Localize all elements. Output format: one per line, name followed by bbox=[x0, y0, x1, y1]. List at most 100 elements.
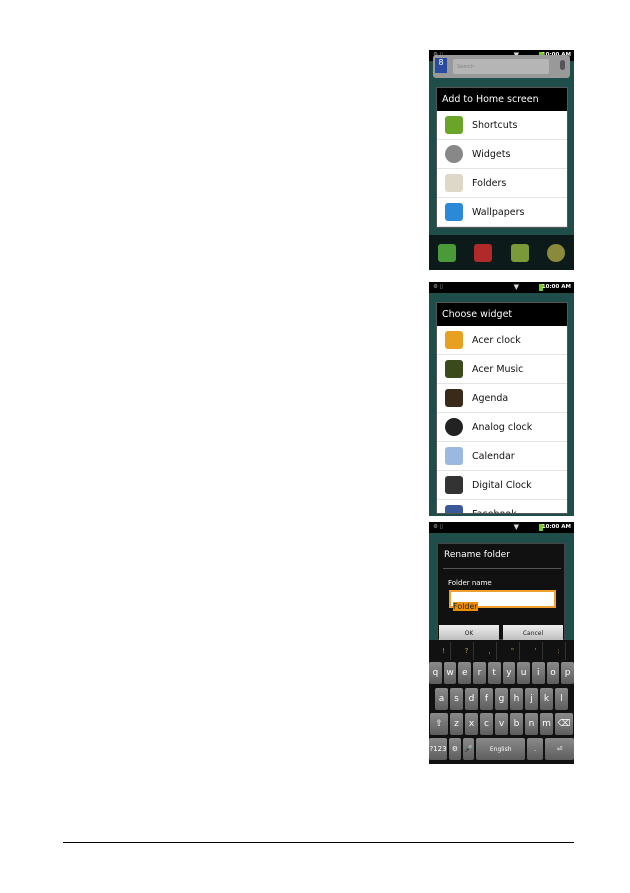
music-icon bbox=[445, 360, 463, 378]
footer-rule bbox=[63, 842, 574, 843]
symbol-key[interactable]: ! bbox=[438, 642, 451, 660]
key[interactable]: d bbox=[465, 688, 478, 710]
agenda-icon bbox=[445, 389, 463, 407]
key-row: ⇧ z x c v b n m ⌫ bbox=[429, 713, 574, 735]
google-icon: 8 bbox=[435, 58, 447, 73]
key[interactable]: v bbox=[495, 713, 508, 735]
list-item[interactable]: Analog clock bbox=[437, 413, 567, 442]
list-item-label: Wallpapers bbox=[472, 206, 525, 218]
list-item-label: Shortcuts bbox=[472, 119, 518, 131]
symbol-key[interactable]: " bbox=[507, 642, 520, 660]
cancel-button[interactable]: Cancel bbox=[503, 625, 563, 641]
key[interactable]: g bbox=[495, 688, 508, 710]
key[interactable]: m bbox=[540, 713, 553, 735]
list-item[interactable]: Widgets bbox=[437, 140, 567, 169]
symbol-key[interactable]: ? bbox=[461, 642, 474, 660]
key[interactable]: b bbox=[510, 713, 523, 735]
calendar-icon bbox=[445, 447, 463, 465]
folder-icon bbox=[445, 174, 463, 192]
key[interactable]: . bbox=[527, 738, 544, 760]
list-item[interactable]: Facebook bbox=[437, 500, 567, 513]
key[interactable]: w bbox=[443, 662, 457, 684]
microphone-icon[interactable] bbox=[560, 60, 565, 70]
add-to-home-dialog: Add to Home screen Shortcuts Widgets Folde… bbox=[436, 87, 568, 228]
ampm: AM bbox=[561, 284, 571, 290]
list-item-label: Digital Clock bbox=[472, 479, 532, 491]
screen-add-to-home: ⚙ ▯▼10:00 AM 8 Search Add to Home screen… bbox=[429, 50, 574, 270]
phone-icon[interactable] bbox=[438, 243, 457, 262]
key[interactable]: o bbox=[546, 662, 560, 684]
key[interactable]: z bbox=[450, 713, 463, 735]
dialog-title: Add to Home screen bbox=[437, 88, 567, 111]
key[interactable]: c bbox=[480, 713, 493, 735]
symbol-key[interactable]: : bbox=[553, 642, 566, 660]
symbol-key[interactable]: , bbox=[484, 642, 497, 660]
key[interactable]: y bbox=[502, 662, 516, 684]
key[interactable]: English bbox=[476, 738, 525, 760]
key[interactable]: k bbox=[540, 688, 553, 710]
folder-name-input[interactable]: Folder bbox=[449, 590, 556, 611]
ampm: AM bbox=[561, 524, 571, 530]
key[interactable]: j bbox=[525, 688, 538, 710]
list-item[interactable]: Acer Music bbox=[437, 355, 567, 384]
list-item[interactable]: Acer clock bbox=[437, 326, 567, 355]
list-item[interactable]: Shortcuts bbox=[437, 111, 567, 140]
search-widget[interactable]: 8 Search bbox=[433, 55, 570, 78]
key[interactable]: r bbox=[473, 662, 486, 684]
key-row: asdfghjkl bbox=[429, 688, 574, 710]
key[interactable]: l bbox=[555, 688, 568, 710]
key[interactable]: h bbox=[510, 688, 523, 710]
status-bar: ⚙ ▯▼10:00 AM bbox=[429, 282, 574, 293]
list-item[interactable]: Calendar bbox=[437, 442, 567, 471]
key[interactable]: ⏎ bbox=[545, 738, 574, 760]
messaging-icon[interactable] bbox=[510, 243, 529, 262]
dialog-title: Rename folder bbox=[444, 550, 510, 560]
list-item-label: Agenda bbox=[472, 392, 509, 404]
key[interactable]: ⇧ bbox=[430, 713, 448, 735]
key[interactable]: i bbox=[531, 662, 545, 684]
symbol-row: !?, " ': bbox=[429, 642, 574, 660]
dialog-title: Choose widget bbox=[437, 303, 567, 326]
gear-icon bbox=[445, 145, 463, 163]
symbol-key[interactable]: ' bbox=[530, 642, 543, 660]
key[interactable]: q bbox=[429, 662, 442, 684]
selected-text: Folder bbox=[453, 602, 478, 611]
shortcut-arrow-icon bbox=[445, 116, 463, 134]
list-item-label: Analog clock bbox=[472, 421, 533, 433]
list-item[interactable]: Agenda bbox=[437, 384, 567, 413]
list-item-label: Widgets bbox=[472, 148, 511, 160]
dock bbox=[429, 235, 574, 270]
contacts-icon[interactable] bbox=[474, 243, 493, 262]
search-input[interactable]: Search bbox=[453, 59, 549, 74]
browser-icon[interactable] bbox=[546, 243, 565, 262]
clock: 10:00 bbox=[541, 284, 560, 290]
list-item[interactable]: Folders bbox=[437, 169, 567, 198]
status-bar: ⚙ ▯▼10:00 AM bbox=[429, 522, 574, 533]
key[interactable]: f bbox=[480, 688, 493, 710]
list-item[interactable]: Wallpapers bbox=[437, 198, 567, 227]
key[interactable]: n bbox=[525, 713, 538, 735]
wallpaper-icon bbox=[445, 203, 463, 221]
key[interactable]: a bbox=[435, 688, 448, 710]
list-item[interactable]: Digital Clock bbox=[437, 471, 567, 500]
screen-choose-widget: ⚙ ▯ ▼ 10:00 AM Choose widget Acer clock Ace… bbox=[429, 282, 574, 516]
screen-rename-folder: ⚙ ▯ ▼ 10:00 AM Rename folder Folder name F… bbox=[429, 522, 574, 764]
keyboard: !?, " ': q w e r t y u i o p a s d f g h j k l ⇧ z x c v b n m ⌫ ?123 ⚙ 🎤… bbox=[429, 640, 574, 764]
choose-widget-dialog: Choose widget Acer clock Acer Music Agenda… bbox=[436, 302, 568, 514]
key-row: qwertyuiop bbox=[429, 662, 574, 684]
list-item-label: Acer Music bbox=[472, 363, 524, 375]
clock: 10:00 bbox=[541, 524, 560, 530]
key[interactable]: e bbox=[458, 662, 472, 684]
digital-clock-icon bbox=[445, 476, 463, 494]
key[interactable]: 🎤 bbox=[462, 738, 475, 760]
key[interactable]: x bbox=[465, 713, 478, 735]
key[interactable]: ⌫ bbox=[555, 713, 573, 735]
key[interactable]: s bbox=[450, 688, 463, 710]
list-item-label: Calendar bbox=[472, 450, 515, 462]
key[interactable]: ?123 bbox=[429, 738, 447, 760]
key[interactable]: p bbox=[561, 662, 574, 684]
key[interactable]: ⚙ bbox=[449, 738, 461, 760]
ok-button[interactable]: OK bbox=[439, 625, 499, 641]
key[interactable]: t bbox=[487, 662, 501, 684]
key[interactable]: u bbox=[517, 662, 530, 684]
